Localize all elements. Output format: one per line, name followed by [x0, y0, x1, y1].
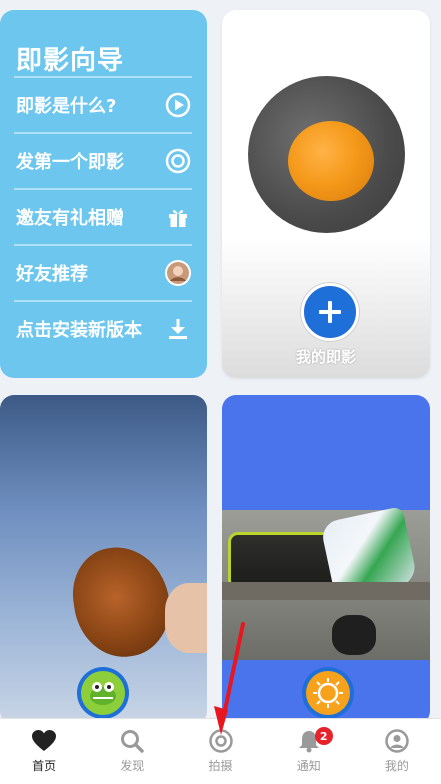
profile-icon [385, 729, 409, 753]
guide-item-label: 点击安装新版本 [16, 320, 142, 341]
tab-shoot[interactable]: 拍摄 [176, 719, 264, 784]
guide-item-label: 发第一个即影 [16, 152, 124, 173]
tab-label: 拍摄 [208, 759, 233, 773]
user-avatar[interactable] [77, 667, 129, 719]
my-moment-photo [248, 76, 405, 233]
bottom-tab-bar: 首页 发现 拍摄 2 通知 我的 [0, 718, 441, 784]
search-icon [121, 730, 145, 753]
guide-card: 即影向导 即影是什么? 发第一个即影 邀友有礼相赠 好友推荐 点击安装新版本 [0, 10, 207, 378]
tab-home[interactable]: 首页 [0, 719, 88, 784]
crocodile-avatar-icon [81, 671, 125, 715]
backpack-photo [222, 506, 430, 660]
my-moments-label: 我的即影 [295, 348, 356, 366]
user-avatar[interactable] [302, 667, 354, 719]
guide-item-friend-recommend[interactable]: 好友推荐 [14, 244, 192, 300]
tab-profile[interactable]: 我的 [353, 719, 441, 784]
guide-item-first-post[interactable]: 发第一个即影 [14, 132, 192, 188]
guide-item-install-update[interactable]: 点击安装新版本 [14, 300, 192, 356]
feed-card-fried-chicken[interactable] [0, 395, 207, 725]
tab-label: 首页 [32, 759, 57, 773]
tab-discover[interactable]: 发现 [88, 719, 176, 784]
orange-image [288, 121, 374, 201]
hand-image [165, 583, 207, 653]
tab-label: 通知 [296, 759, 321, 773]
bench-image [222, 582, 430, 600]
guide-item-label: 好友推荐 [16, 264, 88, 285]
guide-item-what-is[interactable]: 即影是什么? [14, 76, 192, 132]
target-icon [164, 147, 192, 175]
tab-label: 我的 [384, 759, 409, 773]
plus-icon [319, 301, 341, 323]
guide-item-label: 即影是什么? [16, 96, 117, 117]
guide-item-invite-gift[interactable]: 邀友有礼相赠 [14, 188, 192, 244]
gift-icon [164, 203, 192, 231]
guide-title: 即影向导 [16, 46, 125, 76]
feed-card-backpack[interactable] [222, 395, 430, 725]
fried-chicken-image [66, 540, 177, 664]
sun-avatar-icon [306, 671, 350, 715]
download-icon [164, 315, 192, 343]
notification-badge: 2 [314, 727, 333, 745]
add-moment-button[interactable] [301, 283, 359, 341]
play-circle-icon [164, 91, 192, 119]
guide-item-label: 邀友有礼相赠 [16, 208, 124, 229]
tab-notifications[interactable]: 2 通知 [265, 719, 353, 784]
shoes-image [332, 615, 376, 655]
friend-avatar-icon [164, 259, 192, 287]
my-moments-card[interactable]: 我的即影 [222, 10, 430, 378]
heart-icon [32, 730, 57, 751]
tab-label: 发现 [120, 759, 145, 773]
camera-target-icon [208, 729, 233, 753]
